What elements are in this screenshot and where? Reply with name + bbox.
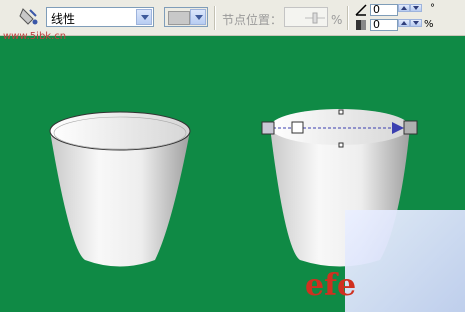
angle-value: 0 <box>373 3 380 16</box>
gradient-end-node[interactable] <box>403 120 418 135</box>
angle-input[interactable]: 0 <box>370 4 398 16</box>
slider-icon <box>305 12 325 24</box>
edge-percent: % <box>424 19 434 30</box>
screen-glare <box>345 210 465 312</box>
edge-value: 0 <box>373 18 380 31</box>
property-toolbar: 线性 节点位置： % 0 ° 0 % <box>0 0 465 36</box>
angle-up-button[interactable] <box>398 4 410 12</box>
angle-down-button[interactable] <box>410 4 422 12</box>
fill-type-value: 线性 <box>51 12 76 26</box>
logo-mark: efe <box>305 268 357 303</box>
gradient-midpoint-node[interactable] <box>291 121 304 134</box>
gradient-start-node[interactable] <box>261 121 275 135</box>
edge-up-button[interactable] <box>398 19 410 27</box>
percent-sign: % <box>331 13 343 27</box>
toolbar-divider <box>347 6 349 30</box>
selection-handle[interactable] <box>338 109 344 115</box>
fill-tool-icon[interactable] <box>18 6 40 28</box>
edge-input[interactable]: 0 <box>370 19 398 31</box>
cup-left[interactable] <box>49 111 191 267</box>
chevron-down-icon[interactable] <box>190 9 206 25</box>
node-position-input[interactable] <box>284 7 328 27</box>
node-position-label: 节点位置： <box>222 13 283 27</box>
edge-pad-icon <box>356 20 366 30</box>
degree-sign: ° <box>430 3 435 14</box>
selection-handle[interactable] <box>338 142 344 148</box>
angle-icon <box>355 4 367 16</box>
toolbar-divider <box>214 6 216 30</box>
edge-down-button[interactable] <box>410 19 422 27</box>
fill-type-select[interactable]: 线性 <box>46 7 154 27</box>
chevron-down-icon[interactable] <box>136 9 152 25</box>
color-swatch <box>168 11 190 25</box>
color-select[interactable] <box>164 7 208 27</box>
